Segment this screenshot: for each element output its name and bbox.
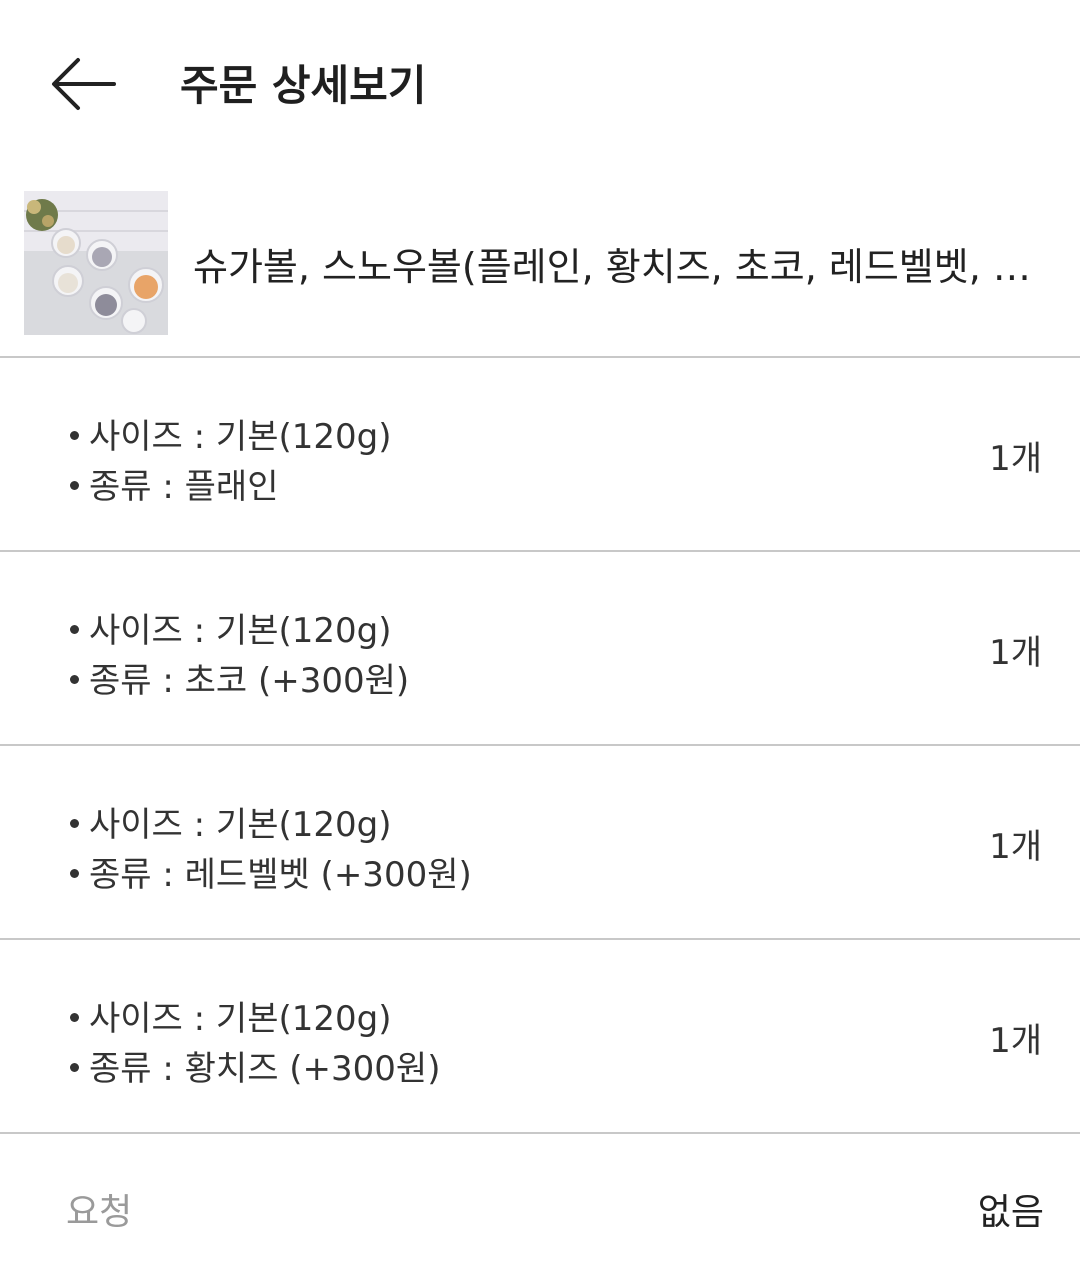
- option-quantity: 1개: [989, 1021, 1042, 1061]
- option-details: 사이즈 : 기본(120g) 종류 : 초코 (+300원): [66, 606, 409, 706]
- bullet-icon: [70, 625, 79, 634]
- option-type: 종류 : 황치즈 (+300원): [66, 1044, 440, 1094]
- page-title: 주문 상세보기: [180, 61, 427, 110]
- option-size-text: 사이즈 : 기본(120g): [89, 999, 392, 1039]
- option-row: 사이즈 : 기본(120g) 종류 : 플래인 1개: [0, 358, 1080, 552]
- option-type-text: 종류 : 초코 (+300원): [89, 661, 410, 701]
- option-list: 사이즈 : 기본(120g) 종류 : 플래인 1개 사이즈 : 기본(120g…: [0, 358, 1080, 1134]
- bullet-icon: [70, 481, 79, 490]
- option-type: 종류 : 초코 (+300원): [66, 656, 409, 706]
- option-row: 사이즈 : 기본(120g) 종류 : 황치즈 (+300원) 1개: [0, 940, 1080, 1134]
- option-details: 사이즈 : 기본(120g) 종류 : 황치즈 (+300원): [66, 994, 440, 1094]
- option-details: 사이즈 : 기본(120g) 종류 : 플래인: [66, 412, 391, 512]
- option-size: 사이즈 : 기본(120g): [66, 800, 472, 850]
- option-size-text: 사이즈 : 기본(120g): [89, 611, 392, 651]
- bullet-icon: [70, 1063, 79, 1072]
- option-size-text: 사이즈 : 기본(120g): [89, 417, 392, 457]
- option-quantity: 1개: [989, 439, 1042, 479]
- product-name: 슈가볼, 스노우볼(플레인, 황치즈, 초코, 레드벨벳, 인…: [193, 245, 1033, 289]
- option-type: 종류 : 레드벨벳 (+300원): [66, 850, 472, 900]
- back-button[interactable]: [44, 46, 124, 126]
- option-quantity: 1개: [989, 827, 1042, 867]
- bullet-icon: [70, 819, 79, 828]
- product-summary[interactable]: 슈가볼, 스노우볼(플레인, 황치즈, 초코, 레드벨벳, 인…: [0, 170, 1080, 358]
- option-size: 사이즈 : 기본(120g): [66, 994, 440, 1044]
- request-row: 요청 없음: [0, 1166, 1080, 1256]
- bullet-icon: [70, 1013, 79, 1022]
- bullet-icon: [70, 431, 79, 440]
- bullet-icon: [70, 869, 79, 878]
- option-type-text: 종류 : 플래인: [89, 467, 279, 507]
- bullet-icon: [70, 675, 79, 684]
- option-details: 사이즈 : 기본(120g) 종류 : 레드벨벳 (+300원): [66, 800, 472, 900]
- product-thumbnail: [24, 191, 168, 335]
- option-row: 사이즈 : 기본(120g) 종류 : 초코 (+300원) 1개: [0, 552, 1080, 746]
- option-size: 사이즈 : 기본(120g): [66, 412, 391, 462]
- option-type: 종류 : 플래인: [66, 462, 391, 512]
- option-size-text: 사이즈 : 기본(120g): [89, 805, 392, 845]
- option-size: 사이즈 : 기본(120g): [66, 606, 409, 656]
- option-type-text: 종류 : 레드벨벳 (+300원): [89, 855, 472, 895]
- header: 주문 상세보기: [0, 0, 1080, 170]
- request-label: 요청: [66, 1192, 133, 1233]
- request-value: 없음: [977, 1192, 1044, 1233]
- option-type-text: 종류 : 황치즈 (+300원): [89, 1049, 441, 1089]
- option-quantity: 1개: [989, 633, 1042, 673]
- option-row: 사이즈 : 기본(120g) 종류 : 레드벨벳 (+300원) 1개: [0, 746, 1080, 940]
- arrow-left-icon: [44, 46, 124, 126]
